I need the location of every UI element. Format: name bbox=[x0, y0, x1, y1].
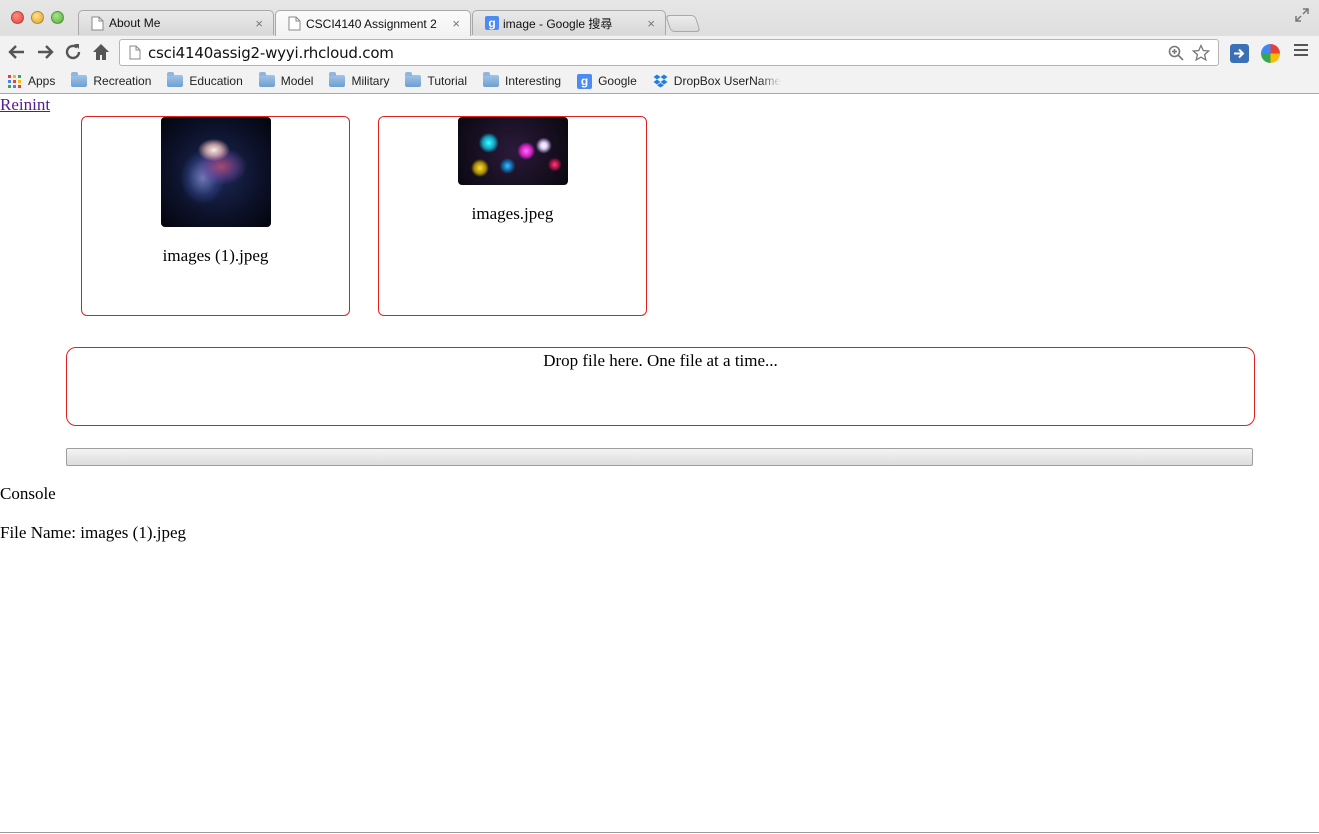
file-dropzone[interactable]: Drop file here. One file at a time... bbox=[66, 347, 1255, 426]
window-bottom-edge bbox=[0, 832, 1319, 833]
browser-chrome: About Me × CSCI4140 Assignment 2 × g ima… bbox=[0, 0, 1319, 94]
folder-icon bbox=[167, 72, 184, 87]
bookmark-label: Military bbox=[351, 74, 390, 88]
folder-icon bbox=[258, 72, 275, 87]
console-heading: Console bbox=[0, 484, 56, 503]
tab-csci4140-assignment-2[interactable]: CSCI4140 Assignment 2 × bbox=[275, 10, 471, 36]
home-icon[interactable] bbox=[90, 41, 112, 63]
toolbar: csci4140assig2-wyyi.rhcloud.com bbox=[0, 36, 1319, 69]
bookmark-label: Apps bbox=[28, 74, 56, 88]
tab-label: CSCI4140 Assignment 2 bbox=[306, 16, 437, 31]
page-content: Reinint images (1).jpeg images.jpeg Drop… bbox=[0, 94, 1319, 833]
menu-icon[interactable] bbox=[1294, 44, 1308, 58]
page-icon bbox=[91, 16, 104, 30]
window-maximize-button[interactable] bbox=[51, 11, 64, 24]
address-bar[interactable]: csci4140assig2-wyyi.rhcloud.com bbox=[119, 39, 1219, 66]
url-text[interactable]: csci4140assig2-wyyi.rhcloud.com bbox=[148, 44, 1168, 62]
tab-label: About Me bbox=[109, 16, 161, 30]
folder-icon bbox=[483, 72, 500, 87]
bookmark-label: Tutorial bbox=[427, 74, 468, 88]
reinit-link[interactable]: Reinint bbox=[0, 95, 50, 115]
bookmark-folder-military[interactable]: Military bbox=[329, 72, 390, 88]
bookmark-folder-education[interactable]: Education bbox=[167, 72, 243, 88]
galaxy-thumbnail bbox=[160, 117, 271, 227]
window-close-button[interactable] bbox=[11, 11, 24, 24]
reload-icon[interactable] bbox=[62, 41, 84, 63]
bookmark-star-icon[interactable] bbox=[1192, 43, 1210, 62]
folder-icon bbox=[329, 72, 346, 87]
fullscreen-icon[interactable] bbox=[1295, 8, 1309, 22]
extension-arrow-icon[interactable] bbox=[1230, 44, 1249, 63]
bookmark-label: Education bbox=[189, 74, 243, 88]
file-card[interactable]: images.jpeg bbox=[378, 116, 647, 316]
google-icon: g bbox=[485, 16, 499, 30]
extension-color-icon[interactable] bbox=[1261, 44, 1280, 63]
new-tab-button[interactable] bbox=[665, 15, 701, 32]
bookmark-label: DropBox UserName bbox=[673, 74, 782, 88]
page-icon bbox=[129, 45, 141, 60]
tab-close-icon[interactable]: × bbox=[452, 16, 460, 31]
tab-close-icon[interactable]: × bbox=[647, 16, 655, 31]
bokeh-lights-thumbnail bbox=[457, 117, 568, 185]
bookmark-google[interactable]: g Google bbox=[577, 73, 637, 89]
bookmark-label: Google bbox=[598, 74, 637, 88]
bookmark-label: Interesting bbox=[505, 74, 562, 88]
bookmark-folder-interesting[interactable]: Interesting bbox=[483, 72, 562, 88]
upload-progress-bar bbox=[66, 448, 1253, 466]
file-name: images.jpeg bbox=[471, 204, 554, 223]
forward-arrow-icon[interactable] bbox=[34, 41, 56, 63]
window-minimize-button[interactable] bbox=[31, 11, 44, 24]
bookmark-folder-recreation[interactable]: Recreation bbox=[71, 72, 152, 88]
back-arrow-icon[interactable] bbox=[6, 41, 28, 63]
google-icon: g bbox=[577, 73, 593, 89]
tab-label: image - Google 搜尋 bbox=[503, 16, 613, 31]
file-name: images (1).jpeg bbox=[162, 246, 269, 265]
folder-icon bbox=[71, 72, 88, 87]
bookmark-label: Model bbox=[280, 74, 314, 88]
tab-google-image-search[interactable]: g image - Google 搜尋 × bbox=[472, 10, 666, 35]
tab-about-me[interactable]: About Me × bbox=[78, 10, 274, 35]
apps-grid-icon bbox=[8, 74, 21, 88]
bookmark-dropbox[interactable]: DropBox UserName bbox=[653, 74, 781, 88]
tab-close-icon[interactable]: × bbox=[255, 16, 263, 31]
bookmark-folder-model[interactable]: Model bbox=[258, 72, 314, 88]
dropbox-icon bbox=[653, 74, 668, 88]
folder-icon bbox=[405, 72, 422, 87]
bookmark-apps[interactable]: Apps bbox=[8, 74, 55, 88]
zoom-icon[interactable] bbox=[1168, 45, 1184, 61]
bookmark-folder-tutorial[interactable]: Tutorial bbox=[405, 72, 468, 88]
file-card[interactable]: images (1).jpeg bbox=[81, 116, 350, 316]
bookmarks-bar: Apps Recreation Education Model Military… bbox=[0, 69, 1319, 93]
console-line: File Name: images (1).jpeg bbox=[0, 523, 187, 542]
bookmark-label: Recreation bbox=[93, 74, 152, 88]
page-icon bbox=[288, 16, 301, 31]
